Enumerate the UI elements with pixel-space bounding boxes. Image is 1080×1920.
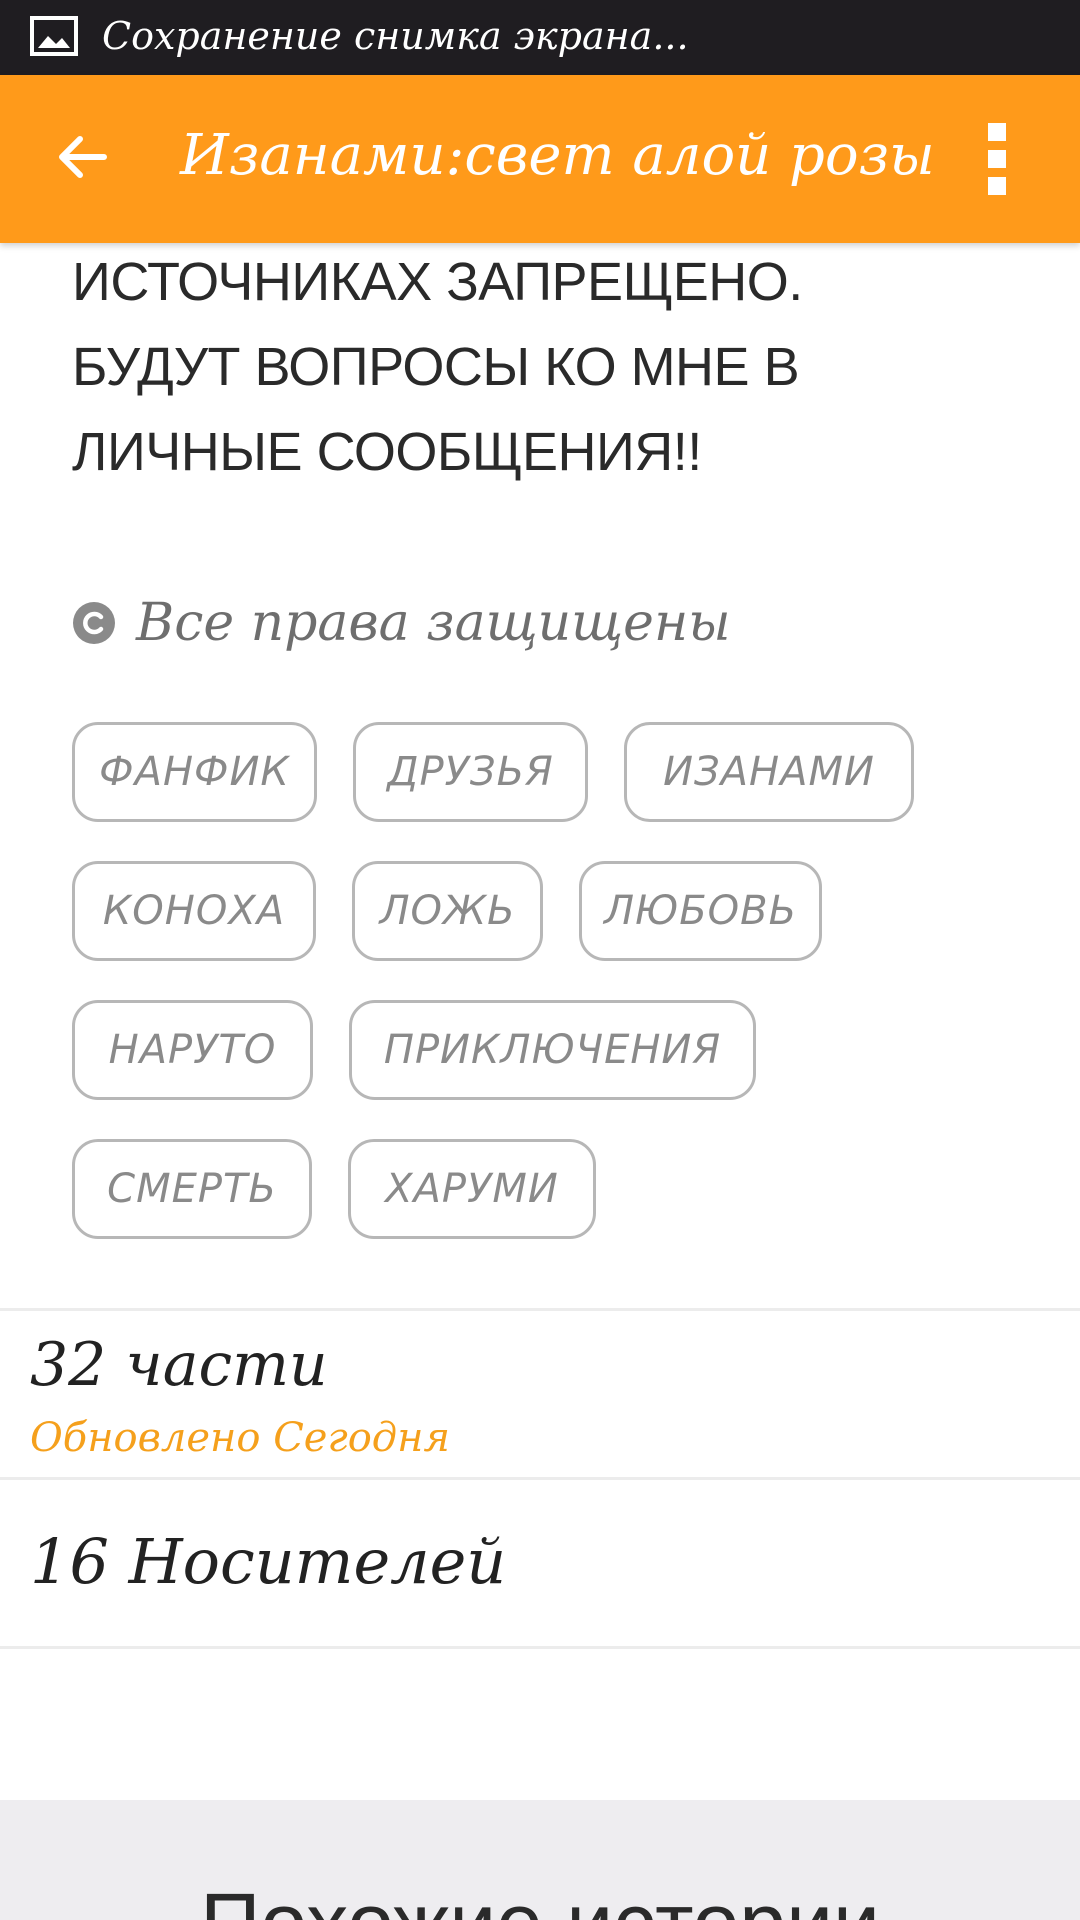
divider — [0, 1646, 1080, 1649]
divider — [0, 1308, 1080, 1311]
status-bar: Сохранение снимка экрана... — [0, 0, 1080, 75]
tag-fanfic[interactable]: ФАНФИК — [72, 722, 317, 822]
description-line: БУДУТ ВОПРОСЫ КО МНЕ В — [72, 337, 800, 397]
divider — [0, 1477, 1080, 1480]
tag-harumi[interactable]: ХАРУМИ — [348, 1139, 596, 1239]
tag-naruto[interactable]: НАРУТО — [72, 1000, 313, 1100]
notification-text: Сохранение снимка экрана... — [102, 14, 689, 58]
tag-izanami[interactable]: ИЗАНАМИ — [624, 722, 914, 822]
tag-love[interactable]: ЛЮБОВЬ — [579, 861, 822, 961]
image-icon — [30, 16, 78, 56]
description-line: ЛИЧНЫЕ СООБЩЕНИЯ!! — [72, 422, 702, 482]
copyright-text: Все права защищены — [136, 593, 731, 653]
similar-stories-title: Похожие истории — [0, 1875, 1080, 1920]
description-clip: ИСТОЧНИКАХ ЗАПРЕЩЕНО. БУДУТ ВОПРОСЫ КО М… — [0, 215, 1080, 515]
updated-label: Обновлено Сегодня — [30, 1415, 450, 1461]
copyright-row: Все права защищены — [72, 588, 731, 658]
tag-adventures[interactable]: ПРИКЛЮЧЕНИЯ — [349, 1000, 756, 1100]
parts-count[interactable]: 32 части — [30, 1330, 328, 1400]
description-line: ИСТОЧНИКАХ ЗАПРЕЩЕНО. — [72, 252, 803, 312]
tag-konoha[interactable]: КОНОХА — [72, 861, 316, 961]
app-bar: Изанами:свет алой розы — [0, 75, 1080, 243]
carriers-count[interactable]: 16 Носителей — [30, 1525, 506, 1598]
similar-stories-section: Похожие истории — [0, 1800, 1080, 1920]
tag-friends[interactable]: ДРУЗЬЯ — [353, 722, 588, 822]
tag-death[interactable]: СМЕРТЬ — [72, 1139, 312, 1239]
more-vertical-icon[interactable] — [972, 119, 1022, 199]
story-title: Изанами:свет алой розы — [180, 123, 935, 188]
copyright-icon — [73, 602, 115, 644]
story-description: ИСТОЧНИКАХ ЗАПРЕЩЕНО. БУДУТ ВОПРОСЫ КО М… — [72, 215, 1012, 495]
arrow-left-icon[interactable] — [50, 125, 114, 189]
tag-lie[interactable]: ЛОЖЬ — [352, 861, 543, 961]
